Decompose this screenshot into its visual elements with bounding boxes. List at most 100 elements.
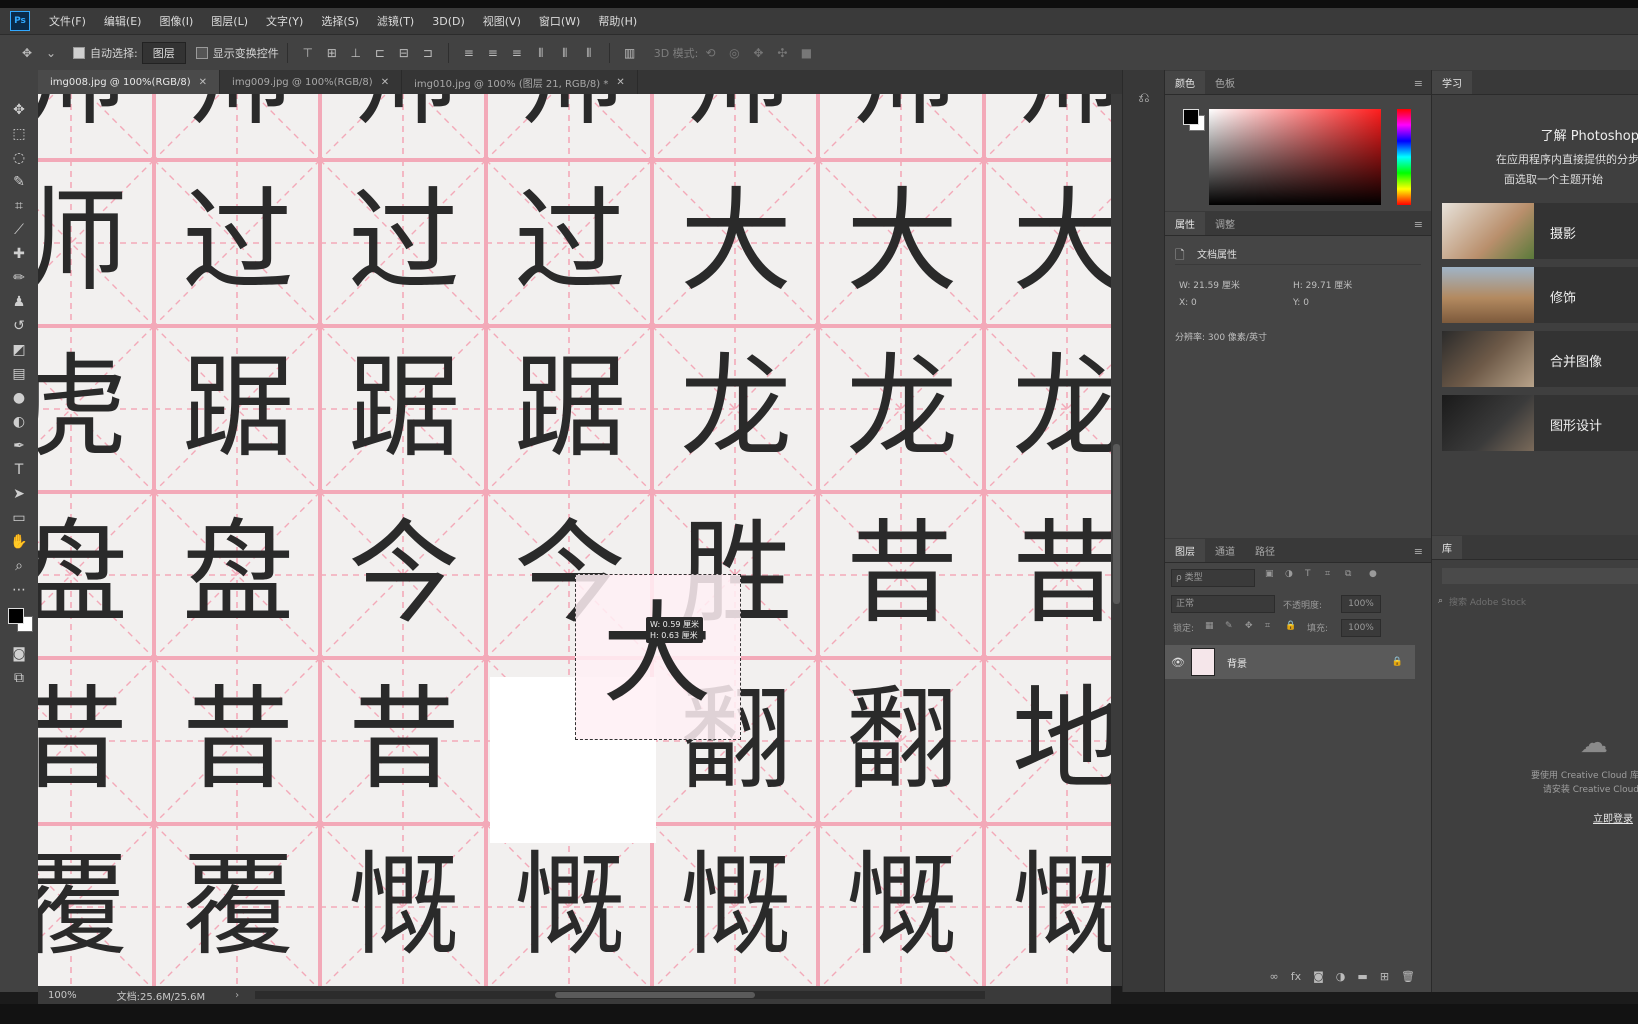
opacity-input[interactable]: 100% <box>1341 595 1381 613</box>
filter-toggle-icon[interactable]: ● <box>1369 569 1377 579</box>
layer-filter-dropdown[interactable]: ρ 类型 <box>1171 569 1255 587</box>
adjustment-layer-icon[interactable]: ◑ <box>1336 970 1346 983</box>
zoom-level[interactable]: 100% <box>48 990 77 1001</box>
3d-scale-icon[interactable]: ■ <box>799 46 813 60</box>
pen-tool-icon[interactable]: ✒ <box>0 434 38 458</box>
type-tool-icon[interactable]: T <box>0 458 38 482</box>
gradient-tool-icon[interactable]: ▤ <box>0 362 38 386</box>
status-chevron-icon[interactable]: › <box>235 990 239 1001</box>
healing-brush-tool-icon[interactable]: ✚ <box>0 242 38 266</box>
document-canvas[interactable]: 师师师师师师师师过过过大大大虎踞踞踞龙龙龙盘盘今今胜昔昔昔昔昔翻翻地覆覆慨慨慨慨… <box>38 94 1111 986</box>
menu-select[interactable]: 选择(S) <box>312 13 368 29</box>
blur-tool-icon[interactable]: ● <box>0 386 38 410</box>
layer-row-background[interactable]: 👁 背景 🔒 <box>1165 645 1415 679</box>
lock-artboard-icon[interactable]: ⌗ <box>1265 621 1270 631</box>
add-mask-icon[interactable]: ◙ <box>1313 970 1324 983</box>
tab-paths[interactable]: 路径 <box>1245 539 1285 562</box>
tab-channels[interactable]: 通道 <box>1205 539 1245 562</box>
vertical-scrollbar[interactable] <box>1111 94 1122 986</box>
foreground-color-swatch[interactable] <box>1183 109 1199 125</box>
brush-tool-icon[interactable]: ✏ <box>0 266 38 290</box>
distribute-center-icon[interactable]: ⫴ <box>558 46 572 60</box>
filter-shape-icon[interactable]: ⌗ <box>1325 569 1330 579</box>
blend-mode-dropdown[interactable]: 正常 <box>1171 595 1275 613</box>
close-icon[interactable]: ✕ <box>616 77 624 88</box>
filter-smart-icon[interactable]: ⧉ <box>1345 569 1351 579</box>
3d-roll-icon[interactable]: ◎ <box>727 46 741 60</box>
close-icon[interactable]: ✕ <box>381 77 389 88</box>
rectangle-tool-icon[interactable]: ▭ <box>0 506 38 530</box>
menu-layer[interactable]: 图层(L) <box>202 13 257 29</box>
learn-card-photography[interactable]: 摄影 <box>1442 203 1638 259</box>
tab-img009[interactable]: img009.jpg @ 100%(RGB/8) ✕ <box>220 70 403 94</box>
learn-card-combine[interactable]: 合并图像 <box>1442 331 1638 387</box>
menu-view[interactable]: 视图(V) <box>474 13 530 29</box>
dodge-tool-icon[interactable]: ◐ <box>0 410 38 434</box>
selection-marquee[interactable]: 大 W: 0.59 厘米 H: 0.63 厘米 <box>575 574 741 740</box>
zoom-tool-icon[interactable]: ⌕ <box>0 554 38 578</box>
tab-img008[interactable]: img008.jpg @ 100%(RGB/8) ✕ <box>38 70 221 94</box>
trash-icon[interactable]: 🗑 <box>1401 970 1415 983</box>
lock-all-icon[interactable]: 🔒 <box>1285 621 1296 631</box>
learn-card-retouch[interactable]: 修饰 <box>1442 267 1638 323</box>
move-tool-icon[interactable]: ✥ <box>20 46 34 60</box>
panel-menu-icon[interactable]: ≡ <box>1406 541 1431 562</box>
crop-tool-icon[interactable]: ⌗ <box>0 194 38 218</box>
distribute-right-icon[interactable]: ⫴ <box>582 46 596 60</box>
menu-3d[interactable]: 3D(D) <box>423 15 474 28</box>
lasso-tool-icon[interactable]: ◌ <box>0 146 38 170</box>
menu-filter[interactable]: 滤镜(T) <box>368 13 423 29</box>
lock-position-icon[interactable]: ✥ <box>1245 621 1253 631</box>
tab-library[interactable]: 库 <box>1432 536 1462 559</box>
tab-color[interactable]: 颜色 <box>1165 71 1205 94</box>
eye-icon[interactable]: 👁 <box>1165 656 1191 669</box>
align-center-icon[interactable]: ⊟ <box>397 46 411 60</box>
hand-tool-icon[interactable]: ✋ <box>0 530 38 554</box>
eyedropper-tool-icon[interactable]: ⟋ <box>0 218 38 242</box>
scrollbar-thumb[interactable] <box>555 992 756 998</box>
history-brush-tool-icon[interactable]: ↺ <box>0 314 38 338</box>
path-select-tool-icon[interactable]: ➤ <box>0 482 38 506</box>
horizontal-scrollbar[interactable] <box>255 991 986 999</box>
fill-input[interactable]: 100% <box>1341 619 1381 637</box>
library-dropdown[interactable] <box>1442 568 1638 584</box>
align-middle-icon[interactable]: ⊞ <box>325 46 339 60</box>
distribute-middle-icon[interactable]: ≡ <box>486 46 500 60</box>
show-transform-checkbox[interactable] <box>195 47 208 59</box>
filter-type-icon[interactable]: T <box>1305 569 1311 579</box>
color-picker-field[interactable] <box>1209 109 1381 205</box>
align-top-icon[interactable]: ⊤ <box>301 46 315 60</box>
align-bottom-icon[interactable]: ⊥ <box>349 46 363 60</box>
tab-properties[interactable]: 属性 <box>1165 212 1205 235</box>
stamp-tool-icon[interactable]: ♟ <box>0 290 38 314</box>
screen-mode-icon[interactable]: ⧉ <box>0 666 38 690</box>
sign-in-link[interactable]: 立即登录 <box>1432 810 1638 825</box>
quick-select-tool-icon[interactable]: ✎ <box>0 170 38 194</box>
stock-search-input[interactable]: 搜索 Adobe Stock <box>1449 595 1526 608</box>
auto-select-dropdown[interactable]: 图层 <box>141 42 186 64</box>
distribute-left-icon[interactable]: ⫴ <box>534 46 548 60</box>
more-tools-icon[interactable]: ⋯ <box>0 578 38 602</box>
auto-select-checkbox[interactable] <box>73 47 85 59</box>
new-layer-icon[interactable]: ⊞ <box>1380 970 1389 983</box>
3d-slide-icon[interactable]: ✣ <box>775 46 789 60</box>
menu-edit[interactable]: 编辑(E) <box>95 13 151 29</box>
filter-adjust-icon[interactable]: ◑ <box>1285 569 1293 579</box>
move-tool-icon[interactable]: ✥ <box>0 98 38 122</box>
history-panel-icon[interactable]: ⎌ <box>1134 90 1154 110</box>
panel-menu-icon[interactable]: ≡ <box>1406 73 1431 94</box>
menu-image[interactable]: 图像(I) <box>150 13 202 29</box>
distribute-top-icon[interactable]: ≡ <box>462 46 476 60</box>
tab-layers[interactable]: 图层 <box>1165 539 1205 562</box>
menu-file[interactable]: 文件(F) <box>40 13 95 29</box>
lock-transparent-icon[interactable]: ▦ <box>1205 621 1214 631</box>
quick-mask-icon[interactable]: ◙ <box>0 642 38 666</box>
foreground-color-swatch[interactable] <box>8 608 24 624</box>
tab-learn[interactable]: 学习 <box>1432 71 1472 94</box>
tab-img010[interactable]: img010.jpg @ 100% (图层 21, RGB/8) * ✕ <box>402 70 638 94</box>
lock-pixels-icon[interactable]: ✎ <box>1225 621 1233 631</box>
align-left-icon[interactable]: ⊏ <box>373 46 387 60</box>
close-icon[interactable]: ✕ <box>199 77 207 88</box>
marquee-tool-icon[interactable]: ⬚ <box>0 122 38 146</box>
learn-card-graphic-design[interactable]: 图形设计 <box>1442 395 1638 451</box>
